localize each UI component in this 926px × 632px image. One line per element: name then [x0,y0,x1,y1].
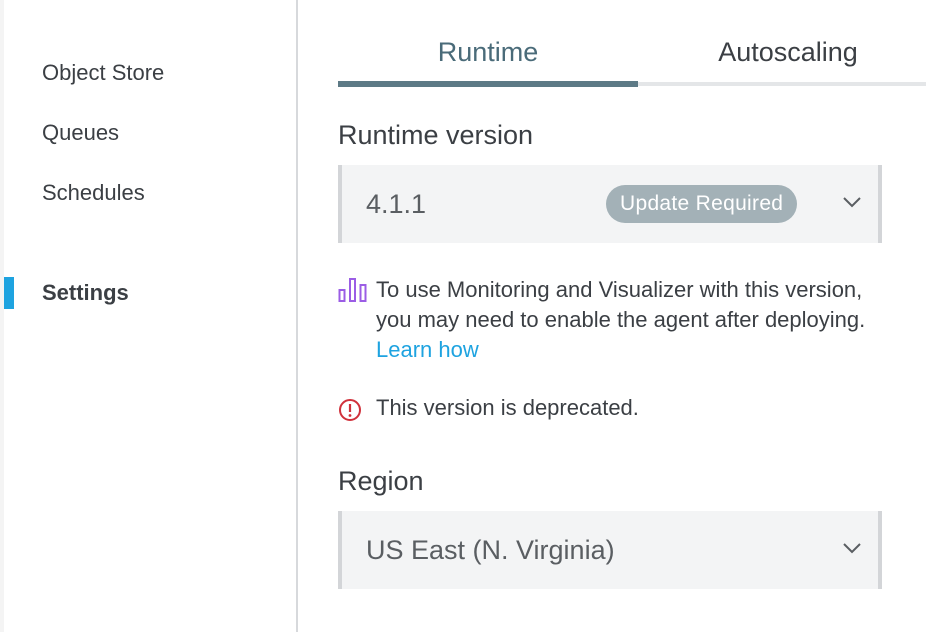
active-item-marker [4,277,14,309]
runtime-version-label: Runtime version [338,120,534,150]
tab-autoscaling[interactable]: Autoscaling [638,0,926,88]
region-select[interactable]: US East (N. Virginia) [338,511,882,589]
bar-chart-icon [338,278,367,302]
tab-bar: Runtime Autoscaling [338,0,926,88]
deprecation-notice: This version is deprecated. [338,393,878,423]
settings-panel: Runtime Autoscaling Runtime version 4.1.… [298,0,926,632]
update-required-badge: Update Required [606,185,798,223]
monitoring-notice: To use Monitoring and Visualizer with th… [338,275,878,367]
error-icon [339,399,361,421]
runtime-version-value: 4.1.1 [366,189,427,219]
tab-active-indicator [338,81,638,87]
sidebar-item-queues[interactable]: Queues [42,120,119,146]
monitoring-notice-message: To use Monitoring and Visualizer with th… [376,277,866,332]
sidebar: Object Store Queues Schedules Settings [4,0,298,632]
sidebar-item-object-store[interactable]: Object Store [42,60,164,86]
region-value: US East (N. Virginia) [366,535,615,565]
tab-runtime[interactable]: Runtime [338,0,638,88]
chevron-down-icon [843,197,861,208]
sidebar-item-settings[interactable]: Settings [42,280,129,306]
learn-how-link[interactable]: Learn how [376,337,479,362]
region-label: Region [338,466,424,496]
monitoring-notice-text: To use Monitoring and Visualizer with th… [376,275,876,365]
deprecation-notice-text: This version is deprecated. [376,395,639,420]
sidebar-item-schedules[interactable]: Schedules [42,180,145,206]
chevron-down-icon [843,543,861,554]
runtime-version-select[interactable]: 4.1.1 Update Required [338,165,882,243]
